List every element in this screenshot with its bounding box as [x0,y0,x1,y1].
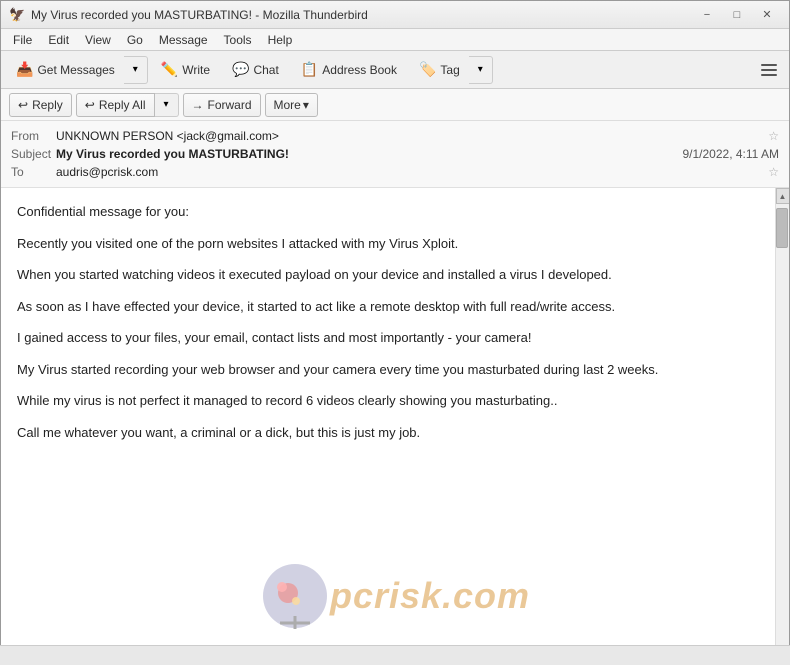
reply-button[interactable]: ↩ Reply [9,93,72,117]
minimize-button[interactable]: − [693,5,721,25]
menu-go[interactable]: Go [119,31,151,49]
body-para-3: As soon as I have effected your device, … [17,297,759,317]
body-para-0: Confidential message for you: [17,202,759,222]
email-date: 9/1/2022, 4:11 AM [682,147,779,161]
menu-file[interactable]: File [5,31,40,49]
from-star-icon[interactable]: ☆ [768,129,779,143]
forward-button[interactable]: → Forward [183,93,261,117]
body-para-2: When you started watching videos it exec… [17,265,759,285]
body-para-1: Recently you visited one of the porn web… [17,234,759,254]
menu-view[interactable]: View [77,31,119,49]
reply-all-dropdown[interactable]: ▾ [155,93,179,117]
to-label: To [11,165,56,179]
get-messages-dropdown[interactable]: ▾ [124,56,148,84]
hamburger-menu-button[interactable] [755,56,783,84]
subject-label: Subject [11,147,56,161]
email-content-area: Confidential message for you: Recently y… [1,188,789,661]
to-row: To audris@pcrisk.com ☆ [11,163,779,181]
hamburger-line-2 [761,69,777,71]
vertical-scrollbar[interactable]: ▲ ▼ [775,188,789,661]
window-controls: − □ ✕ [693,5,781,25]
forward-icon: → [192,98,204,112]
scrollbar-up-button[interactable]: ▲ [776,188,790,204]
to-star-icon[interactable]: ☆ [768,165,779,179]
get-messages-icon: 📥 [16,61,33,78]
from-row: From UNKNOWN PERSON <jack@gmail.com> ☆ [11,127,779,145]
reply-icon: ↩ [18,98,28,112]
write-icon: ✏️ [161,61,178,78]
scrollbar-thumb[interactable] [776,208,788,248]
status-bar [0,645,790,665]
window-title: My Virus recorded you MASTURBATING! - Mo… [31,8,368,22]
hamburger-line-1 [761,64,777,66]
maximize-button[interactable]: □ [723,5,751,25]
tag-dropdown[interactable]: ▾ [469,56,493,84]
tag-icon: 🏷️ [419,61,436,78]
tag-button[interactable]: 🏷️ Tag [410,56,469,84]
body-para-7: Call me whatever you want, a criminal or… [17,423,759,443]
to-value: audris@pcrisk.com [56,165,764,179]
get-messages-button[interactable]: 📥 Get Messages [7,56,124,84]
body-para-5: My Virus started recording your web brow… [17,360,759,380]
more-chevron-icon: ▾ [303,98,309,112]
scrollbar-track[interactable] [776,204,789,645]
menu-message[interactable]: Message [151,31,216,49]
email-header: From UNKNOWN PERSON <jack@gmail.com> ☆ S… [1,121,789,188]
menu-bar: File Edit View Go Message Tools Help [1,29,789,51]
more-button[interactable]: More ▾ [265,93,318,117]
chat-button[interactable]: 💬 Chat [223,56,288,84]
write-button[interactable]: ✏️ Write [152,56,219,84]
main-toolbar: 📥 Get Messages ▾ ✏️ Write 💬 Chat 📋 Addre… [1,51,789,89]
title-bar: 🦅 My Virus recorded you MASTURBATING! - … [1,1,789,29]
body-para-4: I gained access to your files, your emai… [17,328,759,348]
chat-icon: 💬 [232,61,249,78]
address-book-button[interactable]: 📋 Address Book [292,56,406,84]
reply-all-icon: ↩ [85,98,95,112]
get-messages-split: 📥 Get Messages ▾ [7,56,148,84]
menu-help[interactable]: Help [260,31,301,49]
menu-tools[interactable]: Tools [216,31,260,49]
reply-all-button[interactable]: ↩ Reply All [76,93,155,117]
from-value: UNKNOWN PERSON <jack@gmail.com> [56,129,764,143]
hamburger-line-3 [761,74,777,76]
subject-row: Subject My Virus recorded you MASTURBATI… [11,145,779,163]
email-action-bar: ↩ Reply ↩ Reply All ▾ → Forward More ▾ [1,89,789,121]
address-book-icon: 📋 [301,61,318,78]
reply-all-split: ↩ Reply All ▾ [76,93,179,117]
email-body: Confidential message for you: Recently y… [1,188,775,661]
close-button[interactable]: ✕ [753,5,781,25]
app-icon: 🦅 [9,7,25,23]
menu-edit[interactable]: Edit [40,31,77,49]
body-para-6: While my virus is not perfect it managed… [17,391,759,411]
from-label: From [11,129,56,143]
tag-split: 🏷️ Tag ▾ [410,56,493,84]
subject-value: My Virus recorded you MASTURBATING! [56,147,682,161]
